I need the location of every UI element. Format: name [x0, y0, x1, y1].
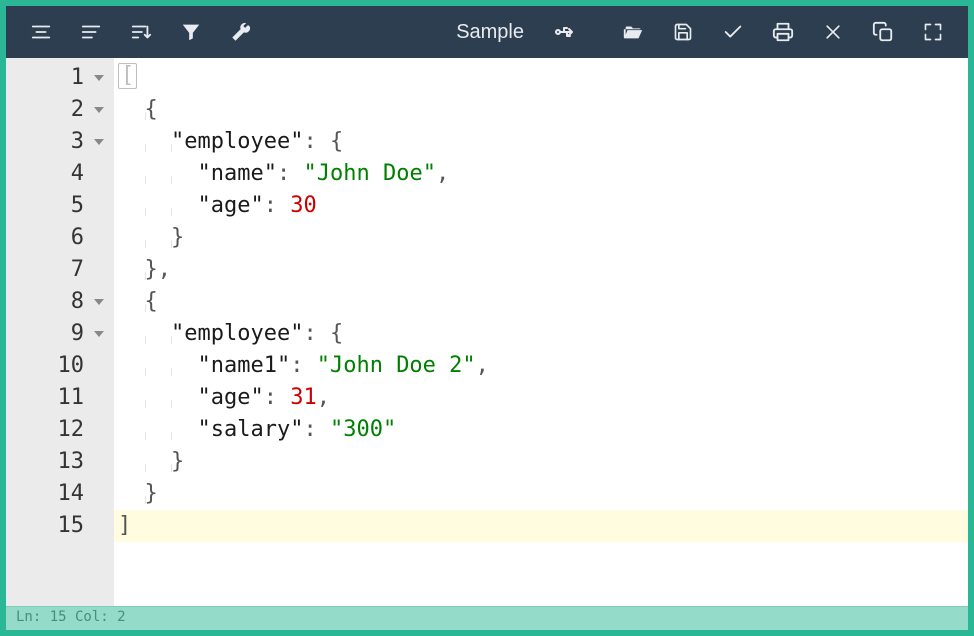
line-number: 10	[6, 350, 114, 382]
code-line[interactable]: [	[114, 62, 968, 94]
code-line[interactable]: "age": 31,	[114, 382, 968, 414]
sort-button[interactable]	[116, 6, 166, 58]
fullscreen-button[interactable]	[908, 6, 958, 58]
code-line[interactable]: }	[114, 222, 968, 254]
code-line[interactable]: {	[114, 94, 968, 126]
line-number: 9	[6, 318, 114, 350]
sample-button[interactable]: Sample	[444, 6, 540, 58]
code-line[interactable]: },	[114, 254, 968, 286]
code-line[interactable]: "employee": {	[114, 126, 968, 158]
code-line[interactable]: "salary": "300"	[114, 414, 968, 446]
line-number: 7	[6, 254, 114, 286]
clear-button[interactable]	[808, 6, 858, 58]
code-line[interactable]: ]	[114, 510, 968, 542]
fold-toggle-icon[interactable]	[94, 331, 104, 337]
toolbar: Sample	[6, 6, 968, 58]
filter-button[interactable]	[166, 6, 216, 58]
open-button[interactable]	[608, 6, 658, 58]
status-bar: Ln: 15 Col: 2	[6, 606, 968, 630]
fold-toggle-icon[interactable]	[94, 107, 104, 113]
save-button[interactable]	[658, 6, 708, 58]
tools-button[interactable]	[216, 6, 266, 58]
usb-icon[interactable]	[540, 6, 590, 58]
code-line[interactable]: "age": 30	[114, 190, 968, 222]
fold-toggle-icon[interactable]	[94, 299, 104, 305]
code-line[interactable]: "name": "John Doe",	[114, 158, 968, 190]
format-compact-button[interactable]	[16, 6, 66, 58]
code-line[interactable]: }	[114, 446, 968, 478]
code-editor[interactable]: 123456789101112131415 [ { "employee": { …	[6, 58, 968, 606]
code-line[interactable]: }	[114, 478, 968, 510]
line-number: 8	[6, 286, 114, 318]
line-number: 4	[6, 158, 114, 190]
line-number: 2	[6, 94, 114, 126]
code-line[interactable]: {	[114, 286, 968, 318]
print-button[interactable]	[758, 6, 808, 58]
line-number: 11	[6, 382, 114, 414]
line-number: 3	[6, 126, 114, 158]
line-number: 5	[6, 190, 114, 222]
line-number: 15	[6, 510, 114, 542]
copy-button[interactable]	[858, 6, 908, 58]
code-area[interactable]: [ { "employee": { "name": "John Doe", "a…	[114, 58, 968, 606]
line-number: 13	[6, 446, 114, 478]
code-line[interactable]: "employee": {	[114, 318, 968, 350]
format-pretty-button[interactable]	[66, 6, 116, 58]
line-number: 6	[6, 222, 114, 254]
fold-toggle-icon[interactable]	[94, 75, 104, 81]
validate-button[interactable]	[708, 6, 758, 58]
fold-toggle-icon[interactable]	[94, 139, 104, 145]
line-number: 14	[6, 478, 114, 510]
line-number: 12	[6, 414, 114, 446]
code-line[interactable]: "name1": "John Doe 2",	[114, 350, 968, 382]
line-number: 1	[6, 62, 114, 94]
gutter: 123456789101112131415	[6, 58, 114, 606]
